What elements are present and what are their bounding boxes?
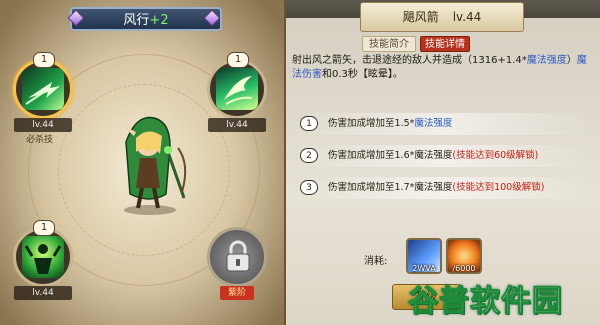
skill-slot-4-locked[interactable]: 紫阶 (204, 222, 274, 302)
skill-detail-panel: 飓风箭 lv.44 技能简介 技能详情 射出风之箭矢，击退途经的敌人并造成（131… (286, 0, 600, 325)
desc-magic-power: 魔法强度 (526, 55, 567, 66)
skill-detail-level: lv.44 (452, 10, 482, 24)
skill-description: 射出风之箭矢，击退途经的敌人并造成（1316+1.4*魔法强度）魔法伤害和0.3… (292, 54, 592, 82)
watermark-part-2: 软件园 (470, 284, 563, 320)
upgrade-text: 伤害加成增加至1.6*魔法强度 (328, 150, 453, 161)
hero-name-bar: 风行+2 (70, 7, 222, 31)
upgrade-row-3: 3 伤害加成增加至1.7*魔法强度(技能达到100级解锁) (298, 177, 590, 199)
lock-quality-tag: 紫阶 (220, 286, 254, 300)
skill-icon-frame (13, 227, 73, 287)
hero-panel: 风行+2 1 lv.44 必杀技 1 lv.44 1 lv.44 紫阶 (0, 0, 286, 325)
skill-tag: 必杀技 (26, 135, 54, 145)
upgrade-text: 伤害加成增加至1.5* (328, 118, 415, 129)
watermark-text: 谷普软件园 (408, 276, 563, 320)
desc-text-2: ） (566, 55, 577, 66)
skill-name: 飓风箭 (402, 10, 439, 24)
hero-star-bonus: +2 (149, 13, 169, 28)
skill-icon-frame (207, 227, 267, 287)
skill-name-banner: 飓风箭 lv.44 (360, 2, 524, 32)
hero-character (120, 116, 187, 215)
site-watermark: 谷普软件园 (408, 276, 596, 320)
desc-text-3: 和0.3秒【眩晕】。 (322, 69, 403, 80)
skill-order-badge: 1 (33, 52, 55, 68)
skill-level: lv.44 (208, 118, 266, 132)
skill-order-badge: 1 (33, 220, 55, 236)
upgrade-unlock: (技能达到100级解锁) (452, 182, 545, 193)
skill-level: lv.44 (14, 118, 72, 132)
skill-icon-frame (207, 59, 267, 119)
wind-sweep-icon (216, 68, 258, 110)
upgrade-row-1: 1 伤害加成增加至1.5*魔法强度 (298, 113, 590, 135)
tab-skill-intro[interactable]: 技能简介 (362, 36, 416, 52)
skill-order-badge: 1 (227, 52, 249, 68)
skill-slot-1[interactable]: 1 lv.44 必杀技 (10, 48, 80, 145)
skill-slot-3[interactable]: 1 lv.44 (10, 216, 80, 302)
skill-icon-frame (13, 59, 73, 119)
desc-text-1: 射出风之箭矢，击退途经的敌人并造成（1316+1.4* (292, 55, 527, 66)
green-arrow-icon (22, 68, 64, 110)
upgrade-number: 1 (300, 116, 318, 131)
hero-name: 风行 (123, 13, 150, 28)
cost-amount-2: /6000 (452, 264, 476, 273)
upgrade-stat: 魔法强度 (414, 118, 453, 129)
tab-skill-detail[interactable]: 技能详情 (420, 36, 470, 52)
upgrade-unlock: (技能达到60级解锁) (452, 150, 539, 161)
upgrade-number: 3 (300, 180, 318, 195)
padlock-icon (226, 240, 250, 272)
skill-level: lv.44 (14, 286, 72, 300)
upgrade-number: 2 (300, 148, 318, 163)
watermark-part-1: 谷普 (408, 284, 470, 320)
upgrade-text: 伤害加成增加至1.7*魔法强度 (328, 182, 453, 193)
green-figure-icon (22, 236, 64, 278)
upgrade-row-2: 2 伤害加成增加至1.6*魔法强度(技能达到60级解锁) (298, 145, 590, 167)
cost-label: 消耗: (364, 256, 388, 267)
cost-amount-1: 2WVA (412, 264, 436, 273)
skill-slot-2[interactable]: 1 lv.44 (204, 48, 274, 134)
